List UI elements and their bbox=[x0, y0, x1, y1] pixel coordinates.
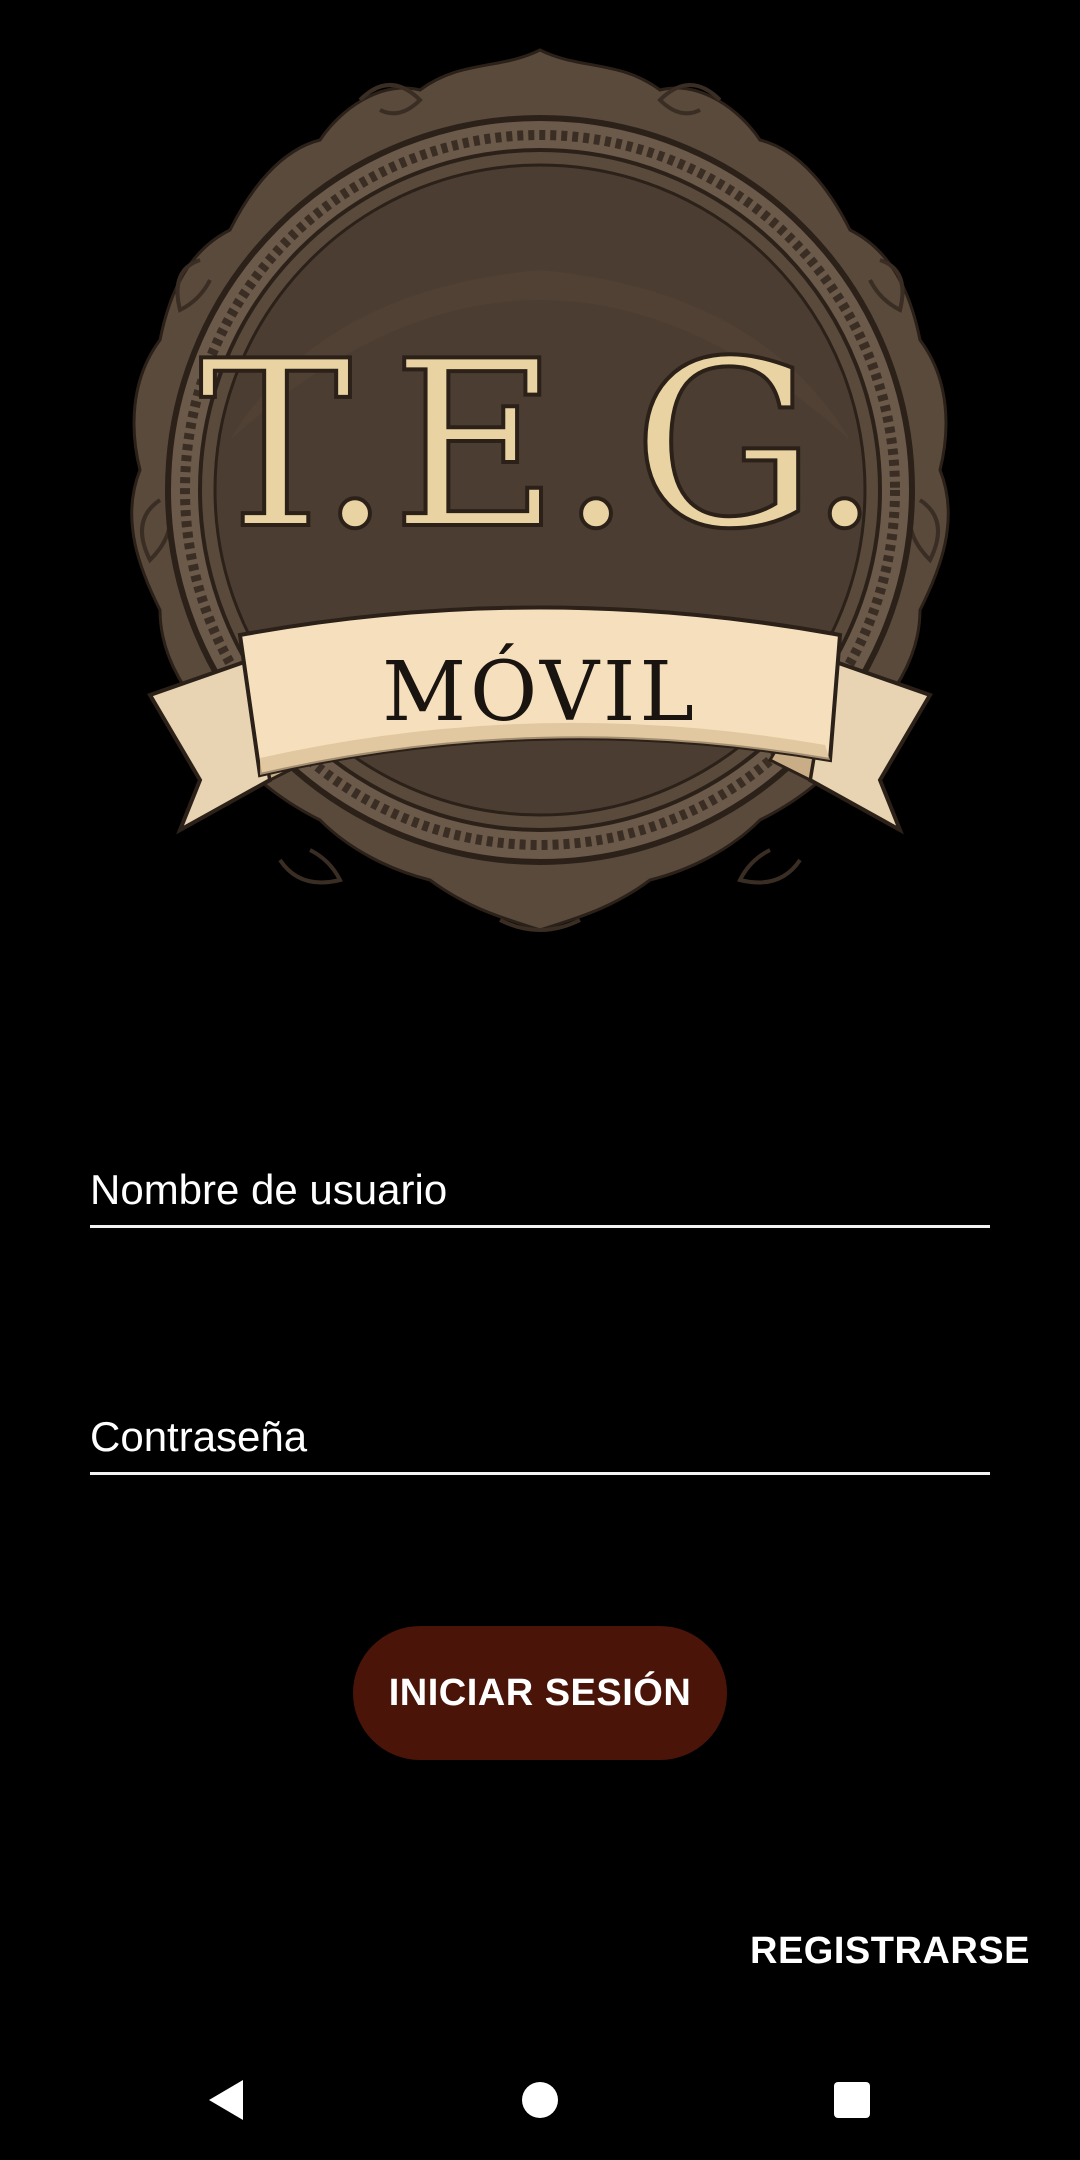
home-icon[interactable] bbox=[500, 2060, 580, 2140]
login-button[interactable]: INICIAR SESIÓN bbox=[353, 1626, 727, 1760]
system-navigation-bar bbox=[0, 2040, 1080, 2160]
logo-title: T.E.G. bbox=[199, 313, 881, 580]
logo-banner-text: MÓVIL bbox=[382, 642, 698, 740]
username-input[interactable] bbox=[90, 1155, 990, 1225]
recents-icon[interactable] bbox=[812, 2060, 892, 2140]
password-input[interactable] bbox=[90, 1402, 990, 1472]
back-icon[interactable] bbox=[185, 2060, 265, 2140]
password-field-container bbox=[90, 1402, 990, 1475]
register-link[interactable]: REGISTRARSE bbox=[750, 1930, 1030, 1973]
teg-movil-logo: T.E.G. MÓVIL bbox=[130, 48, 950, 932]
username-field-container bbox=[90, 1155, 990, 1228]
